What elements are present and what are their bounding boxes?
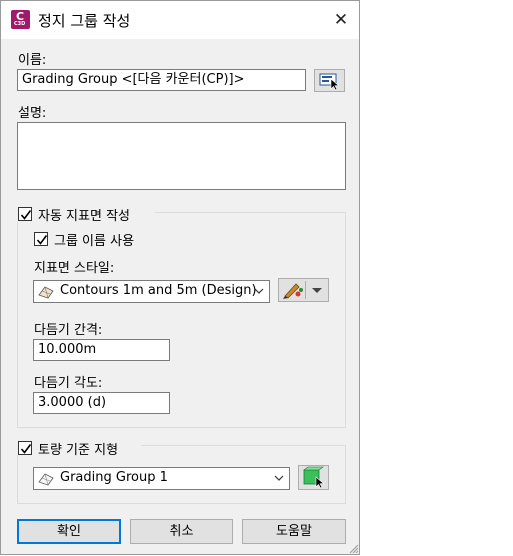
surface-style-dropdown[interactable]: Contours 1m and 5m (Design)	[33, 280, 270, 303]
chevron-down-icon	[274, 475, 284, 481]
use-group-name-check-box[interactable]	[34, 232, 48, 246]
volume-surface-dropdown[interactable]: Grading Group 1	[33, 467, 290, 490]
name-input[interactable]: Grading Group <[다음 카운터(CP)]>	[17, 69, 306, 91]
check-icon	[20, 210, 32, 220]
help-button[interactable]: 도움말	[242, 519, 346, 544]
ok-button[interactable]: 확인	[17, 519, 121, 544]
volume-surface-value: Grading Group 1	[60, 470, 168, 485]
check-icon	[36, 235, 48, 245]
app-icon-sub: C3D	[14, 21, 26, 27]
civil3d-app-icon: C C3D	[11, 10, 30, 29]
tessellation-spacing-input[interactable]: 10.000m	[33, 339, 170, 361]
name-label: 이름:	[18, 53, 47, 68]
create-grading-group-dialog: C C3D 정지 그룹 작성 ✕ 이름: Grading Group <[다음 …	[0, 0, 360, 555]
auto-surface-label: 자동 지표면 작성	[38, 209, 130, 224]
description-input[interactable]	[17, 122, 346, 190]
surface-style-value: Contours 1m and 5m (Design)	[60, 283, 257, 298]
pick-surface-icon	[303, 466, 325, 489]
volume-surface-check-box[interactable]	[18, 441, 32, 455]
volume-surface-label: 토량 기준 지형	[38, 443, 119, 458]
surface-style-label: 지표면 스타일:	[34, 261, 115, 276]
edit-style-icon	[283, 283, 303, 299]
close-icon: ✕	[333, 10, 349, 30]
chevron-down-icon	[254, 288, 264, 294]
surface-style-edit-button[interactable]	[278, 278, 329, 302]
tessellation-angle-label: 다듬기 각도:	[34, 376, 103, 391]
auto-surface-check-box[interactable]	[18, 207, 32, 221]
title-bar: C C3D 정지 그룹 작성 ✕	[1, 1, 359, 39]
close-button[interactable]: ✕	[327, 7, 355, 33]
dialog-title: 정지 그룹 작성	[38, 12, 131, 30]
use-group-name-label: 그룹 이름 사용	[54, 234, 135, 249]
tessellation-spacing-label: 다듬기 간격:	[34, 323, 103, 338]
tessellation-angle-input[interactable]: 3.0000 (d)	[33, 392, 170, 414]
name-template-button[interactable]	[314, 69, 345, 92]
pick-surface-button[interactable]	[298, 465, 329, 490]
surface-icon	[38, 473, 54, 486]
cancel-button[interactable]: 취소	[130, 519, 233, 544]
chevron-down-icon[interactable]	[306, 279, 328, 301]
check-icon	[20, 444, 32, 454]
surface-style-icon	[38, 286, 54, 299]
description-label: 설명:	[18, 106, 47, 121]
resize-grip-icon[interactable]	[347, 542, 359, 554]
name-template-icon	[319, 73, 340, 91]
